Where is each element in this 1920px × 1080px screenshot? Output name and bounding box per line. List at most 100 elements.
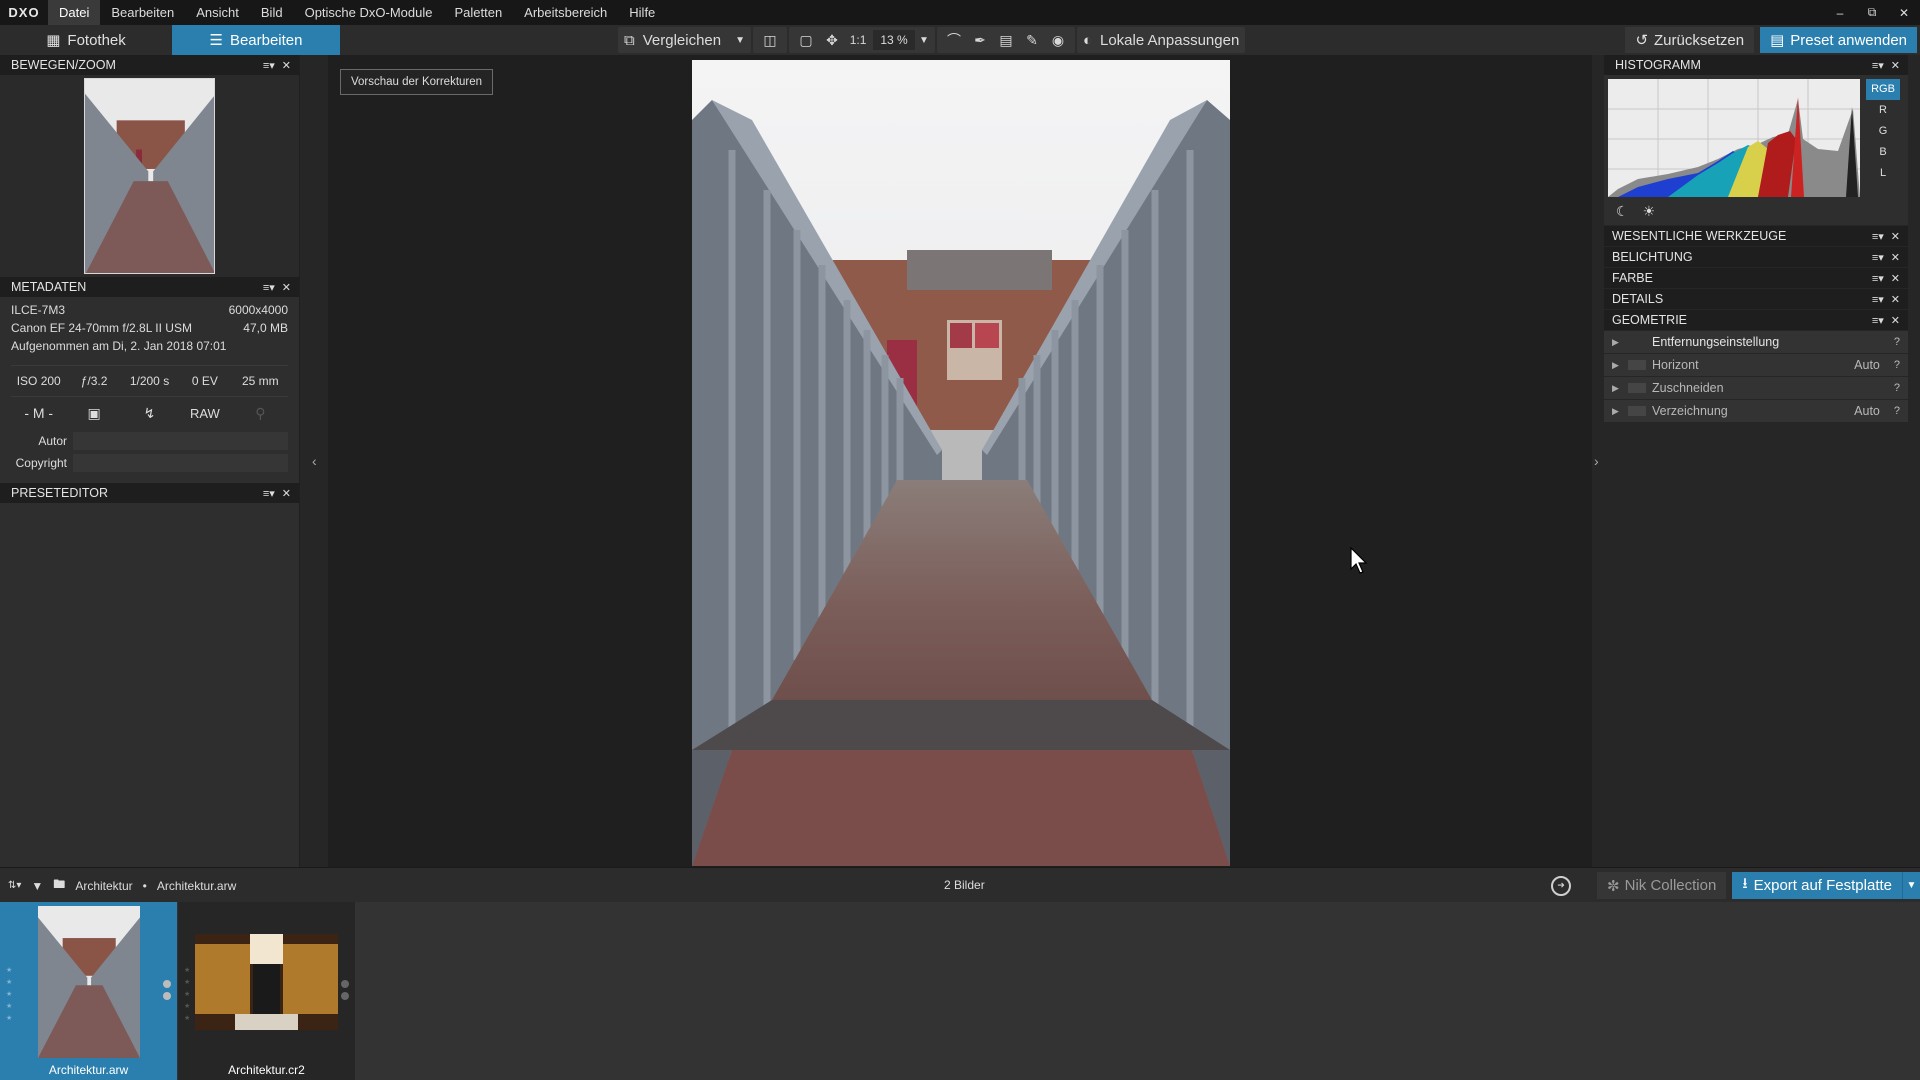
help-icon[interactable]: ? xyxy=(1894,405,1900,417)
menu-bearbeiten[interactable]: Bearbeiten xyxy=(100,0,185,25)
navigator-header[interactable]: BEWEGEN/ZOOM ≡▾ ✕ xyxy=(0,55,299,75)
channel-r[interactable]: R xyxy=(1866,100,1900,121)
metadata-header[interactable]: METADATEN ≡▾ ✕ xyxy=(0,277,299,297)
one-to-one-button[interactable]: 1:1 xyxy=(847,29,869,51)
palette-close-icon[interactable]: ✕ xyxy=(1891,272,1900,285)
chevron-down-icon[interactable]: ▼ xyxy=(735,35,745,46)
repair-icon[interactable]: ✎ xyxy=(1021,29,1043,51)
main-photo[interactable] xyxy=(692,60,1230,866)
section-farbe[interactable]: FARBE ≡▾ ✕ xyxy=(1604,268,1908,288)
palette-menu-icon[interactable]: ≡▾ xyxy=(1872,59,1884,72)
geometry-item-horizont[interactable]: ▶ Horizont Auto ? xyxy=(1604,354,1908,376)
breadcrumb-file[interactable]: Architektur.arw xyxy=(157,879,236,893)
reset-button[interactable]: ↺ Zurücksetzen xyxy=(1625,27,1755,53)
crop-icon[interactable]: ⌒ xyxy=(943,29,965,51)
collapse-right-icon[interactable]: › xyxy=(1594,453,1599,469)
palette-menu-icon[interactable]: ≡▾ xyxy=(263,487,275,500)
close-icon[interactable]: ✕ xyxy=(1888,0,1920,25)
navigator-preview[interactable] xyxy=(0,75,299,277)
move-icon[interactable]: ✥ xyxy=(821,29,843,51)
minimize-icon[interactable]: – xyxy=(1824,0,1856,25)
channel-rgb[interactable]: RGB xyxy=(1866,79,1900,100)
breadcrumb-folder[interactable]: Architektur xyxy=(75,879,132,893)
image-viewer[interactable]: Vorschau der Korrekturen xyxy=(328,55,1592,867)
filmstrip-item[interactable]: ★ ★ ★ ★ ★ Architektur.arw xyxy=(0,902,177,1080)
nik-collection-button[interactable]: ✼ Nik Collection xyxy=(1597,872,1727,899)
palette-menu-icon[interactable]: ≡▾ xyxy=(263,59,275,72)
geometry-item-zuschneiden[interactable]: ▶ Zuschneiden ? xyxy=(1604,377,1908,399)
palette-menu-icon[interactable]: ≡▾ xyxy=(1872,272,1884,285)
section-wesentliche-werkzeuge[interactable]: WESENTLICHE WERKZEUGE ≡▾ ✕ xyxy=(1604,226,1908,246)
palette-close-icon[interactable]: ✕ xyxy=(282,487,291,500)
palette-close-icon[interactable]: ✕ xyxy=(1891,314,1900,327)
collapse-left-icon[interactable]: ‹ xyxy=(312,453,317,469)
rating-stars[interactable]: ★ ★ ★ ★ ★ xyxy=(6,966,12,1022)
red-eye-icon[interactable]: ◉ xyxy=(1047,29,1069,51)
menu-ansicht[interactable]: Ansicht xyxy=(185,0,250,25)
palette-close-icon[interactable]: ✕ xyxy=(1891,251,1900,264)
menu-arbeitsbereich[interactable]: Arbeitsbereich xyxy=(513,0,618,25)
palette-menu-icon[interactable]: ≡▾ xyxy=(1872,293,1884,306)
correction-preview-badge[interactable]: Vorschau der Korrekturen xyxy=(340,69,494,95)
geometry-item-value: Auto xyxy=(1854,358,1880,372)
preset-editor-header[interactable]: PRESETEDITOR ≡▾ ✕ xyxy=(0,483,299,503)
palette-close-icon[interactable]: ✕ xyxy=(1891,59,1900,72)
workflow-circle-icon[interactable]: ➜ xyxy=(1551,875,1572,896)
geometry-item-verzeichnung[interactable]: ▶ Verzeichnung Auto ? xyxy=(1604,400,1908,422)
palette-close-icon[interactable]: ✕ xyxy=(282,59,291,72)
zoom-dropdown-icon[interactable]: ▼ xyxy=(919,35,929,46)
eyedropper-icon[interactable]: ✒ xyxy=(969,29,991,51)
expand-arrow-icon[interactable]: ▶ xyxy=(1612,337,1628,348)
split-view-button[interactable]: ◫ xyxy=(753,27,788,53)
moon-icon[interactable]: ☾ xyxy=(1616,203,1629,220)
menu-hilfe[interactable]: Hilfe xyxy=(618,0,666,25)
horizon-icon[interactable]: ▤ xyxy=(995,29,1017,51)
section-geometrie[interactable]: GEOMETRIE ≡▾ ✕ xyxy=(1604,310,1908,330)
enable-toggle[interactable] xyxy=(1628,360,1646,370)
palette-close-icon[interactable]: ✕ xyxy=(1891,293,1900,306)
export-dropdown-icon[interactable]: ▼ xyxy=(1902,872,1920,899)
zoom-level[interactable]: 13 % xyxy=(873,30,916,50)
palette-menu-icon[interactable]: ≡▾ xyxy=(263,281,275,294)
local-adjustments-button[interactable]: ◐ Lokale Anpassungen xyxy=(1076,27,1246,53)
filter-icon[interactable]: ▼ xyxy=(31,879,43,893)
channel-g[interactable]: G xyxy=(1866,121,1900,142)
palette-close-icon[interactable]: ✕ xyxy=(1891,230,1900,243)
section-details[interactable]: DETAILS ≡▾ ✕ xyxy=(1604,289,1908,309)
palette-close-icon[interactable]: ✕ xyxy=(282,281,291,294)
expand-arrow-icon[interactable]: ▶ xyxy=(1612,360,1628,371)
help-icon[interactable]: ? xyxy=(1894,382,1900,394)
fit-screen-icon[interactable]: ▢ xyxy=(795,29,817,51)
enable-toggle[interactable] xyxy=(1628,406,1646,416)
sun-icon[interactable]: ☀ xyxy=(1643,203,1656,220)
menu-paletten[interactable]: Paletten xyxy=(443,0,513,25)
palette-menu-icon[interactable]: ≡▾ xyxy=(1872,314,1884,327)
compare-button[interactable]: ⧉ Vergleichen ▼ xyxy=(618,27,752,53)
apply-preset-button[interactable]: ▤ Preset anwenden xyxy=(1760,27,1917,53)
help-icon[interactable]: ? xyxy=(1894,359,1900,371)
menu-bild[interactable]: Bild xyxy=(250,0,294,25)
sort-icon[interactable]: ⇅▾ xyxy=(8,880,21,891)
help-icon[interactable]: ? xyxy=(1894,336,1900,348)
enable-toggle[interactable] xyxy=(1628,383,1646,393)
menu-optische-module[interactable]: Optische DxO-Module xyxy=(294,0,444,25)
menu-datei[interactable]: Datei xyxy=(48,0,101,25)
tab-fotothek[interactable]: ▦ Fotothek xyxy=(0,25,172,55)
channel-b[interactable]: B xyxy=(1866,142,1900,163)
palette-menu-icon[interactable]: ≡▾ xyxy=(1872,251,1884,264)
histogram-header[interactable]: HISTOGRAMM ≡▾ ✕ xyxy=(1604,55,1908,75)
tab-bearbeiten[interactable]: ☰ Bearbeiten xyxy=(172,25,340,55)
filmstrip-item[interactable]: ★ ★ ★ ★ ★ Architektur.cr2 xyxy=(178,902,355,1080)
export-button[interactable]: ⭳ Export auf Festplatte xyxy=(1732,872,1902,899)
copyright-input[interactable] xyxy=(73,454,288,472)
rating-stars[interactable]: ★ ★ ★ ★ ★ xyxy=(184,966,190,1022)
geometry-item-entfernungseinstellung[interactable]: ▶ Entfernungseinstellung ? xyxy=(1604,331,1908,353)
expand-arrow-icon[interactable]: ▶ xyxy=(1612,406,1628,417)
navigator-thumbnail[interactable] xyxy=(84,78,215,274)
expand-arrow-icon[interactable]: ▶ xyxy=(1612,383,1628,394)
channel-l[interactable]: L xyxy=(1866,163,1900,184)
palette-menu-icon[interactable]: ≡▾ xyxy=(1872,230,1884,243)
section-belichtung[interactable]: BELICHTUNG ≡▾ ✕ xyxy=(1604,247,1908,267)
author-input[interactable] xyxy=(73,432,288,450)
restore-icon[interactable]: ⧉ xyxy=(1856,0,1888,25)
